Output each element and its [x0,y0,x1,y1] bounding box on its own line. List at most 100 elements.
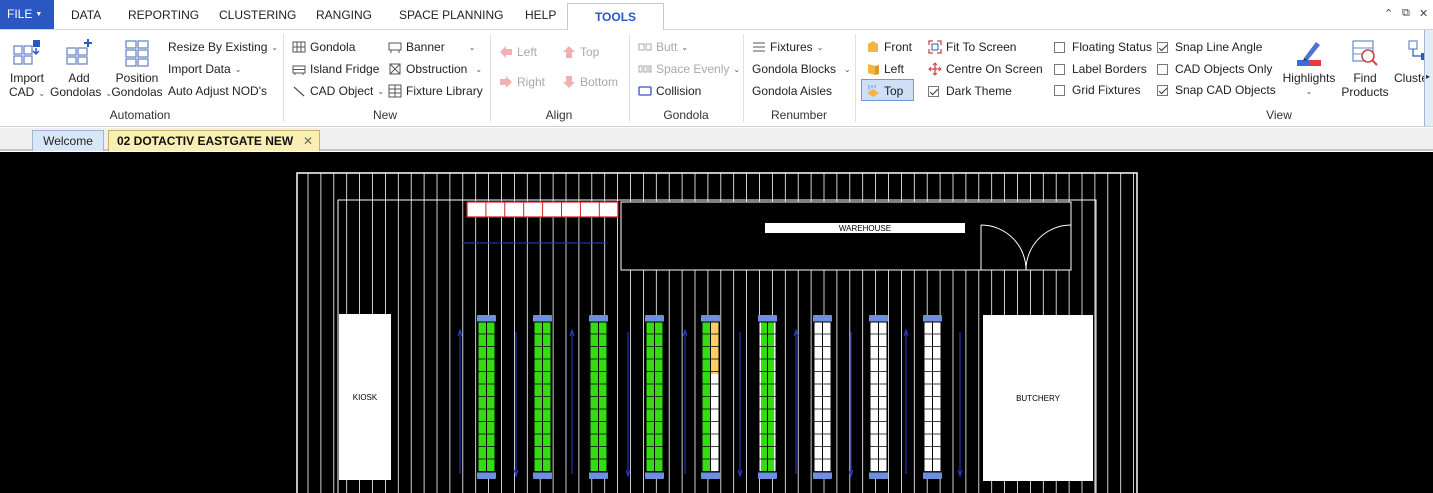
snap-cad-objects-check[interactable] [1157,84,1168,96]
auto-adjust-nods-button[interactable]: Auto Adjust NOD's [168,81,267,101]
grid-fixtures-label: Grid Fixtures [1072,83,1141,97]
group-label-new: New [372,108,397,122]
obstruction-label: Obstruction [406,62,468,76]
new-obstruction-button[interactable]: Obstruction ⌄ [388,59,482,79]
view-front-button[interactable]: Front [866,37,912,57]
align-top-label: Top [580,45,600,59]
label-borders-checkbox[interactable]: Label Borders [1054,59,1147,79]
island-fridge-label: Island Fridge [310,62,380,76]
align-top-button[interactable]: Top [562,42,599,62]
align-left-button[interactable]: Left [499,42,537,62]
menu-tools[interactable]: TOOLS [567,3,664,31]
floating-status-checkbox[interactable]: Floating Status [1054,37,1152,57]
menu-data[interactable]: DATA [71,0,101,30]
chevron-down-icon: ⌄ [733,64,741,74]
position-gondolas-button[interactable]: Position Gondolas [110,38,164,99]
cad-objects-only-check[interactable] [1157,63,1168,75]
group-label-view: View [1266,108,1292,122]
gondola-runs[interactable] [477,315,942,479]
resize-by-existing-button[interactable]: Resize By Existing ⌄ [168,37,278,57]
menu-reporting[interactable]: REPORTING [128,0,199,30]
new-island-fridge-button[interactable]: Island Fridge [292,59,379,79]
import-data-button[interactable]: Import Data ⌄ [168,59,241,79]
auto-adjust-label: Auto Adjust NOD's [168,84,267,98]
menu-clustering[interactable]: CLUSTERING [219,0,296,30]
grid-fixtures-checkbox[interactable]: Grid Fixtures [1054,80,1141,100]
chevron-down-icon: ⌄ [234,64,242,74]
ribbon-separator [490,34,491,122]
align-bottom-button[interactable]: Bottom [562,72,618,92]
gondola-endcap-bottom [477,472,496,479]
dark-theme-checkbox[interactable]: Dark Theme [928,81,1012,101]
fit-to-screen-button[interactable]: Fit To Screen [928,37,1016,57]
label-borders-check[interactable] [1054,63,1065,75]
file-menu-button[interactable]: FILE ▼ [0,0,54,29]
ribbon: Import CAD ⌄ Add Gondolas ⌄ Position Gondo… [0,30,1433,127]
import-cad-button[interactable]: Import CAD ⌄ [4,38,50,101]
highlights-button[interactable]: Highlights ⌄ [1280,38,1338,99]
align-right-button[interactable]: Right [499,72,545,92]
group-label-align: Align [545,108,573,122]
document-tab-strip: Welcome 02 DOTACTIV EASTGATE NEW ✕ [0,128,1433,151]
position-gondolas-label-2: Gondolas [111,85,163,99]
tab-current-document[interactable]: 02 DOTACTIV EASTGATE NEW ✕ [108,130,320,151]
gondola-label: Gondola [310,40,356,54]
snap-line-angle-checkbox[interactable]: Snap Line Angle [1157,37,1262,57]
tab-welcome[interactable]: Welcome [32,130,104,151]
menu-help[interactable]: HELP [525,0,556,30]
space-evenly-button[interactable]: Space Evenly ⌄ [638,59,740,79]
fixture-library-button[interactable]: Fixture Library [388,81,483,101]
arrow-down-icon [563,76,575,88]
grid-fixtures-check[interactable] [1054,84,1065,96]
fixture-library-icon [388,84,402,98]
butt-button[interactable]: Butt ⌄ [638,37,688,57]
find-products-label-2: Products [1341,85,1389,99]
island-fridge-icon [292,65,306,75]
view-top-button[interactable]: Top [866,81,903,101]
floorplan-canvas[interactable]: WAREHOUSE KIOSK BUTCHERY [0,152,1433,493]
ribbon-scroll-right[interactable]: ▸ [1424,30,1433,126]
add-gondolas-button[interactable]: Add Gondolas ⌄ [50,38,113,101]
import-cad-label-2: CAD ⌄ [8,85,46,99]
gondola-endcap-bottom [869,472,888,479]
cad-object-label: CAD Object [310,84,374,98]
renumber-gondola-blocks-button[interactable]: Gondola Blocks ⌄ [752,59,851,79]
snap-cad-objects-checkbox[interactable]: Snap CAD Objects [1157,80,1276,100]
view-left-button[interactable]: Left [866,59,904,79]
floorplan-drawing[interactable]: WAREHOUSE KIOSK BUTCHERY [0,152,1433,493]
gondola-endcap-top [589,315,608,322]
new-gondola-button[interactable]: Gondola [292,37,355,57]
centre-on-screen-button[interactable]: Centre On Screen [928,59,1043,79]
close-icon[interactable]: ✕ [1419,7,1428,20]
add-gondolas-label-2: Gondolas ⌄ [50,85,113,99]
space-evenly-icon [638,65,652,73]
minimize-icon[interactable]: ⌃ [1384,7,1393,20]
collision-button[interactable]: Collision [638,81,701,101]
label-borders-label: Label Borders [1072,62,1147,76]
gondola [869,315,888,479]
dark-theme-check[interactable] [928,85,939,97]
floating-status-check[interactable] [1054,41,1065,53]
gondola [813,315,832,479]
new-banner-button[interactable]: Banner ⌄ [388,37,475,57]
renumber-gondola-aisles-button[interactable]: Gondola Aisles [752,81,832,101]
gondola-half-green [702,322,710,472]
snap-line-angle-check[interactable] [1157,41,1168,53]
restore-icon[interactable]: ⧉ [1402,7,1410,20]
chevron-down-icon: ⌄ [271,42,279,52]
gondola-endcap-top [758,315,777,322]
chevron-down-icon: ⌄ [468,42,476,52]
gondola-half-orange [711,322,719,374]
cad-objects-only-checkbox[interactable]: CAD Objects Only [1157,59,1272,79]
menu-ranging[interactable]: RANGING [316,0,372,30]
gondola-half-white [711,374,719,472]
find-products-button[interactable]: Find Products [1338,38,1392,99]
menu-space-planning[interactable]: SPACE PLANNING [399,0,503,30]
banner-icon [388,42,402,53]
close-tab-icon[interactable]: ✕ [303,131,313,151]
import-cad-label-1: Import [9,71,44,85]
renumber-fixtures-button[interactable]: Fixtures ⌄ [752,37,823,57]
highlights-label: Highlights [1282,71,1336,85]
group-label-gondola: Gondola [663,108,709,122]
new-cad-object-button[interactable]: CAD Object ⌄ [292,81,384,101]
